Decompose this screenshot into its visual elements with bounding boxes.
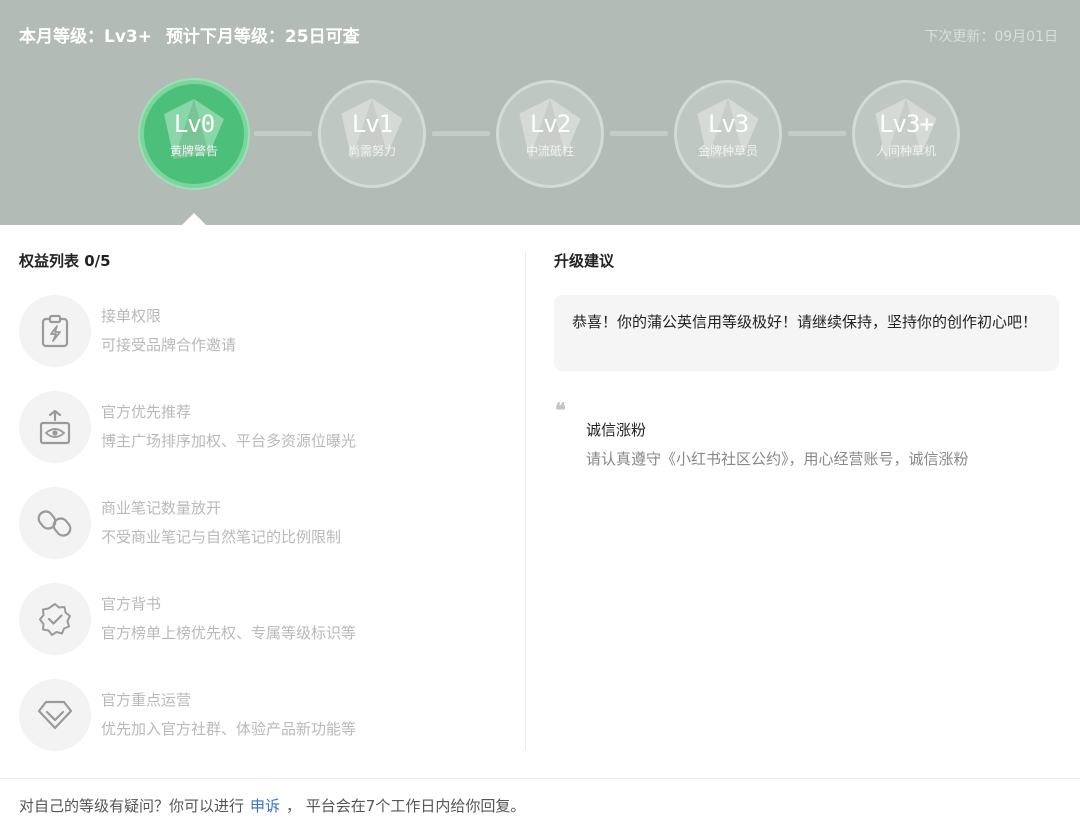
level-connector: [254, 131, 312, 136]
level-name: Lv0: [173, 109, 215, 138]
quote-title: 诚信涨粉: [586, 421, 647, 439]
level-badge-lv3-plus[interactable]: Lv3+ 人间种草机: [852, 80, 960, 188]
benefit-item: 官方重点运营 优先加入官方社群、体验产品新功能等: [19, 679, 509, 755]
benefit-item: 商业笔记数量放开 不受商业笔记与自然笔记的比例限制: [19, 487, 509, 563]
benefits-title: 权益列表 0/5: [19, 252, 111, 270]
benefit-title: 官方优先推荐: [101, 403, 192, 421]
level-name: Lv3: [707, 109, 749, 138]
clipboard-bolt-icon: [19, 295, 91, 367]
benefit-title: 官方背书: [101, 595, 162, 613]
level-subtitle: 尚需努力: [347, 143, 396, 158]
level-subtitle: 人间种草机: [875, 143, 936, 158]
benefit-title: 商业笔记数量放开: [101, 499, 222, 517]
benefit-desc: 优先加入官方社群、体验产品新功能等: [101, 720, 357, 738]
advice-message: 恭喜！你的蒲公英信用等级极好！请继续保持，坚持你的创作初心吧！: [554, 295, 1059, 371]
benefits-section: 权益列表 0/5: [19, 250, 509, 271]
level-badge-lv1[interactable]: Lv1 尚需努力: [318, 80, 426, 188]
benefit-item: 官方背书 官方榜单上榜优先权、专属等级标识等: [19, 583, 509, 659]
verified-badge-icon: [19, 583, 91, 655]
quote-icon: ❝: [555, 398, 566, 422]
advice-title: 升级建议: [554, 252, 615, 270]
benefit-title: 接单权限: [101, 307, 162, 325]
level-badge-lv0[interactable]: Lv0 黄牌警告: [140, 80, 248, 188]
link-icon: [19, 487, 91, 559]
level-connector: [610, 131, 668, 136]
footer-text: 对自己的等级有疑问？你可以进行: [19, 797, 245, 815]
level-subtitle: 中流砥柱: [525, 143, 574, 158]
benefit-item: 接单权限 可接受品牌合作邀请: [19, 295, 509, 371]
footer-note: 对自己的等级有疑问？你可以进行 申诉 ， 平台会在7个工作日内给你回复。: [19, 795, 525, 816]
level-subtitle: 金牌种草员: [697, 143, 758, 158]
level-name: Lv2: [529, 109, 571, 138]
eye-upload-icon: [19, 391, 91, 463]
active-level-pointer: [182, 213, 206, 225]
benefit-desc: 可接受品牌合作邀请: [101, 336, 237, 354]
footer-text-after: ， 平台会在7个工作日内给你回复。: [286, 797, 526, 815]
appeal-link[interactable]: 申诉: [250, 797, 280, 815]
quote-desc: 请认真遵守《小红书社区公约》，用心经营账号，诚信涨粉: [586, 450, 969, 468]
level-name: Lv3+: [879, 109, 934, 138]
level-track: Lv0 黄牌警告 Lv1 尚需努力 Lv2 中流砥柱 Lv3 金牌种草员 Lv3…: [0, 0, 1080, 225]
benefit-title: 官方重点运营: [101, 691, 192, 709]
level-header: 本月等级：Lv3+ 预计下月等级：25日可查 下次更新：09月01日 Lv0 黄…: [0, 0, 1080, 225]
level-badge-lv3[interactable]: Lv3 金牌种草员: [674, 80, 782, 188]
column-divider: [525, 252, 526, 750]
level-connector: [432, 131, 490, 136]
level-badge-lv2[interactable]: Lv2 中流砥柱: [496, 80, 604, 188]
benefit-desc: 博主广场排序加权、平台多资源位曝光: [101, 432, 357, 450]
diamond-icon: [19, 679, 91, 751]
benefit-desc: 官方榜单上榜优先权、专属等级标识等: [101, 624, 357, 642]
benefit-item: 官方优先推荐 博主广场排序加权、平台多资源位曝光: [19, 391, 509, 467]
benefit-desc: 不受商业笔记与自然笔记的比例限制: [101, 528, 342, 546]
level-connector: [788, 131, 846, 136]
level-name: Lv1: [351, 109, 393, 138]
level-subtitle: 黄牌警告: [169, 143, 218, 158]
footer-divider: [0, 778, 1080, 779]
advice-section: 升级建议: [554, 250, 1060, 271]
